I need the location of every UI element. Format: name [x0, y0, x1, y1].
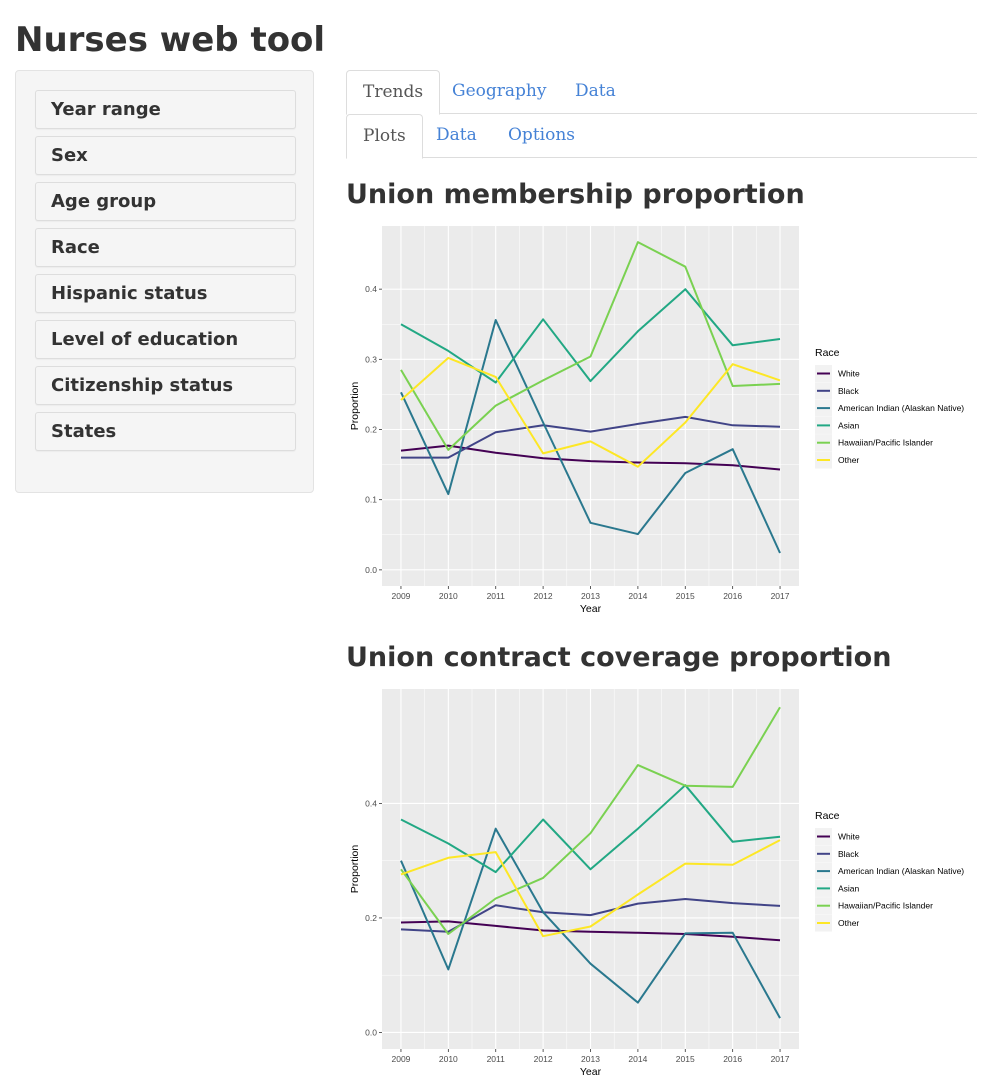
- subtab-data[interactable]: Data: [420, 114, 493, 158]
- y-axis-title: Proportion: [349, 845, 361, 894]
- x-tick-label: 2009: [391, 1054, 410, 1064]
- x-tick-label: 2017: [771, 591, 790, 601]
- x-tick-label: 2014: [628, 591, 647, 601]
- legend-label-hawaiian-pacific-islander: Hawaiian/Pacific Islander: [838, 438, 933, 448]
- x-tick-label: 2015: [676, 1054, 695, 1064]
- coverage-chart: 0.0 0.2 0.4 2009 2010 2011 2012 2013 2014 2015 201…: [349, 689, 964, 1078]
- y-tick-label: 0.2: [365, 425, 377, 435]
- legend-label-american-indian-alaskan-native: American Indian (Alaskan Native): [838, 866, 964, 876]
- x-axis-title: Year: [580, 603, 602, 615]
- legend-label-american-indian-alaskan-native: American Indian (Alaskan Native): [838, 403, 964, 413]
- subtab-options[interactable]: Options: [492, 114, 591, 158]
- tab-geography[interactable]: Geography: [436, 70, 562, 114]
- subtab-plots[interactable]: Plots: [346, 114, 423, 159]
- y-tick-label: 0.4: [365, 284, 377, 294]
- sidebar-item-level-of-education[interactable]: Level of education: [35, 320, 296, 359]
- x-axis-title: Year: [580, 1066, 602, 1078]
- legend-label-black: Black: [838, 386, 860, 396]
- legend-label-white: White: [838, 369, 860, 379]
- x-tick-label: 2017: [771, 1054, 790, 1064]
- y-tick-label: 0.2: [365, 913, 377, 923]
- y-axis-title: Proportion: [349, 382, 361, 431]
- y-tick-label: 0.3: [365, 354, 377, 364]
- x-tick-label: 2010: [439, 591, 458, 601]
- y-tick-label: 0.0: [365, 1027, 377, 1037]
- y-tick-label: 0.4: [365, 798, 377, 808]
- app-title: Nurses web tool: [15, 20, 326, 60]
- sidebar-item-citizenship-status[interactable]: Citizenship status: [35, 366, 296, 405]
- y-tick-label: 0.0: [365, 565, 377, 575]
- x-tick-label: 2012: [534, 591, 553, 601]
- legend-label-asian: Asian: [838, 420, 860, 430]
- legend-label-asian: Asian: [838, 883, 860, 893]
- legend-label-other: Other: [838, 455, 859, 465]
- legend-label-black: Black: [838, 849, 860, 859]
- x-tick-label: 2010: [439, 1054, 458, 1064]
- x-tick-label: 2013: [581, 1054, 600, 1064]
- legend-label-other: Other: [838, 918, 859, 928]
- sub-tabs: Plots Data Options: [346, 114, 977, 159]
- sidebar-item-hispanic-status[interactable]: Hispanic status: [35, 274, 296, 313]
- legend-label-white: White: [838, 832, 860, 842]
- sidebar-item-race[interactable]: Race: [35, 228, 296, 267]
- x-tick-label: 2012: [534, 1054, 553, 1064]
- tab-data[interactable]: Data: [559, 70, 632, 114]
- x-tick-label: 2013: [581, 591, 600, 601]
- x-tick-label: 2014: [628, 1054, 647, 1064]
- y-tick-label: 0.1: [365, 495, 377, 505]
- x-tick-label: 2015: [676, 591, 695, 601]
- x-tick-label: 2011: [487, 1054, 506, 1064]
- legend-label-hawaiian-pacific-islander: Hawaiian/Pacific Islander: [838, 901, 933, 911]
- chart-title-membership: Union membership proportion: [346, 179, 805, 210]
- x-tick-label: 2016: [723, 1054, 742, 1064]
- legend-title: Race: [815, 810, 840, 822]
- x-tick-label: 2011: [487, 591, 506, 601]
- sidebar-item-sex[interactable]: Sex: [35, 136, 296, 175]
- membership-chart: 0.0 0.1 0.2 0.3 0.4 2009 2010 2011 2012 2013 2014 2…: [349, 226, 964, 615]
- sidebar-panel: Year range Sex Age group Race Hispanic s…: [15, 70, 314, 493]
- sidebar-item-year-range[interactable]: Year range: [35, 90, 296, 129]
- sidebar-item-age-group[interactable]: Age group: [35, 182, 296, 221]
- sidebar-item-states[interactable]: States: [35, 412, 296, 451]
- chart-title-coverage: Union contract coverage proportion: [346, 642, 892, 673]
- x-tick-label: 2016: [723, 591, 742, 601]
- main-tabs: Trends Geography Data: [346, 70, 977, 115]
- tab-trends[interactable]: Trends: [346, 70, 441, 115]
- x-tick-label: 2009: [391, 591, 410, 601]
- legend-title: Race: [815, 347, 840, 359]
